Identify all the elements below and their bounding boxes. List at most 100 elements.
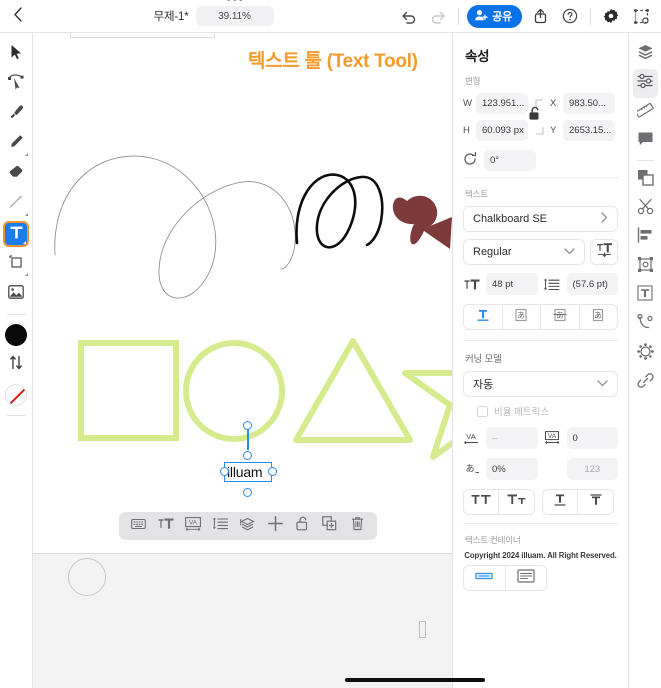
help-button[interactable] [555,0,585,33]
proportional-metrics-checkbox[interactable] [477,405,488,417]
fill-color-swatch[interactable] [3,320,30,350]
rotate-icon [463,151,479,169]
redo-button[interactable] [423,0,453,33]
fixed-width-button[interactable] [464,566,506,590]
delete-button[interactable] [345,514,369,538]
font-style-select[interactable]: Regular [463,239,585,265]
font-size-button[interactable] [154,514,178,538]
chevron-down-icon [564,246,575,258]
duplicate-icon [322,516,337,536]
vertical-text-button[interactable]: あ [503,305,541,329]
svg-text:あ: あ [465,464,474,475]
all-caps-button[interactable] [464,490,499,514]
layers-button[interactable] [236,514,260,538]
effects-button[interactable] [633,339,658,368]
eraser-tool[interactable] [3,159,30,189]
scale-input[interactable]: 0% [486,458,538,480]
tate-chu-yoko-button[interactable]: あ [541,305,580,329]
rotated-text-icon: あ [590,308,606,327]
rotated-text-button[interactable]: あ [580,305,618,329]
export-button[interactable] [525,0,555,33]
right-handle[interactable] [268,467,277,476]
tool-options-corner [24,153,28,156]
pen-icon [8,104,24,125]
line-height-icon [544,278,561,291]
transform-button[interactable] [626,0,656,33]
swap-colors-button[interactable] [3,350,30,380]
line-icon [8,194,24,215]
settings-button[interactable] [596,0,626,33]
rotation-input[interactable]: 0° [484,150,536,171]
height-input[interactable]: 60.093 px [476,120,528,141]
back-button[interactable] [0,0,34,33]
comment-button[interactable] [633,127,658,156]
zoom-level[interactable]: 39.11% [195,6,274,26]
duplicate-panel-button[interactable] [633,165,658,194]
auto-box-button[interactable] [506,566,547,590]
kerning-mode-select[interactable]: 자동 [463,371,618,397]
properties-panel-button[interactable] [632,69,658,98]
kerning-input[interactable]: 0 [566,427,618,449]
strikethrough-button[interactable] [578,490,613,514]
more-dots-icon[interactable] [226,0,243,1]
duplicate-button[interactable] [318,514,342,538]
divider [590,7,591,25]
align-button[interactable] [633,223,658,252]
green-circle [183,340,285,442]
chevron-left-icon [13,6,22,26]
image-tool[interactable] [3,279,30,309]
baseline-input[interactable]: 123 [566,458,618,480]
font-size-input[interactable]: 48 pt [486,273,538,295]
left-handle[interactable] [220,467,229,476]
zoom-control[interactable]: 39.11% [195,0,274,26]
move-button[interactable] [263,514,287,538]
bottom-handle[interactable] [243,488,252,497]
select-tool[interactable] [3,39,30,69]
path-button[interactable] [633,310,658,339]
svg-text:VA: VA [466,432,475,441]
rotation-handle[interactable] [243,421,252,430]
lock-button[interactable] [291,514,315,538]
link-button[interactable] [633,368,658,397]
keyboard-button[interactable] [127,514,151,538]
line-height-input[interactable]: (57.6 pt) [566,273,618,295]
proportional-metrics-row[interactable]: 비율 메트릭스 [453,404,628,418]
floating-text-toolbar[interactable]: VA [119,512,377,540]
swap-vertical-icon [9,355,23,375]
text-tool[interactable] [3,221,29,247]
stroke-color-swatch[interactable] [3,380,30,410]
cut-button[interactable] [633,194,658,223]
ruler-button[interactable] [633,98,658,127]
green-star [402,370,452,460]
line-tool[interactable] [3,189,30,219]
share-button[interactable]: 공유 [467,4,522,28]
text-panel-button[interactable] [633,281,658,310]
canvas-text[interactable]: illuam [227,463,263,481]
top-handle[interactable] [243,451,252,460]
pencil-tool[interactable] [3,129,30,159]
node-select-tool[interactable] [3,69,30,99]
layers-icon [240,517,256,536]
aspect-lock-button[interactable] [528,106,541,126]
line-spacing-button[interactable] [209,514,233,538]
width-input[interactable]: 123.951... [476,93,528,114]
y-input[interactable]: 2653.15... [563,120,615,141]
canvas[interactable]: 텍스트 툴 (Text Tool) illuam [33,33,452,553]
font-variant-button[interactable] [590,239,618,265]
horizontal-text-button[interactable] [464,305,503,329]
undo-button[interactable] [393,0,423,33]
tracking-input[interactable]: – [486,427,538,449]
layers-panel-button[interactable] [633,40,658,69]
small-caps-button[interactable] [499,490,534,514]
kerning-button[interactable]: VA [181,514,205,538]
divider [458,7,460,25]
transform-panel-button[interactable] [633,252,658,281]
shape-tool[interactable] [3,249,30,279]
x-input[interactable]: 983.50... [563,93,615,114]
document-title[interactable]: 무제-1* [154,8,189,24]
underline-button[interactable] [543,490,578,514]
pen-tool[interactable] [3,99,30,129]
font-family-select[interactable]: Chalkboard SE [463,206,618,232]
placeholder-glyph [419,621,426,638]
copy-icon [637,169,654,191]
